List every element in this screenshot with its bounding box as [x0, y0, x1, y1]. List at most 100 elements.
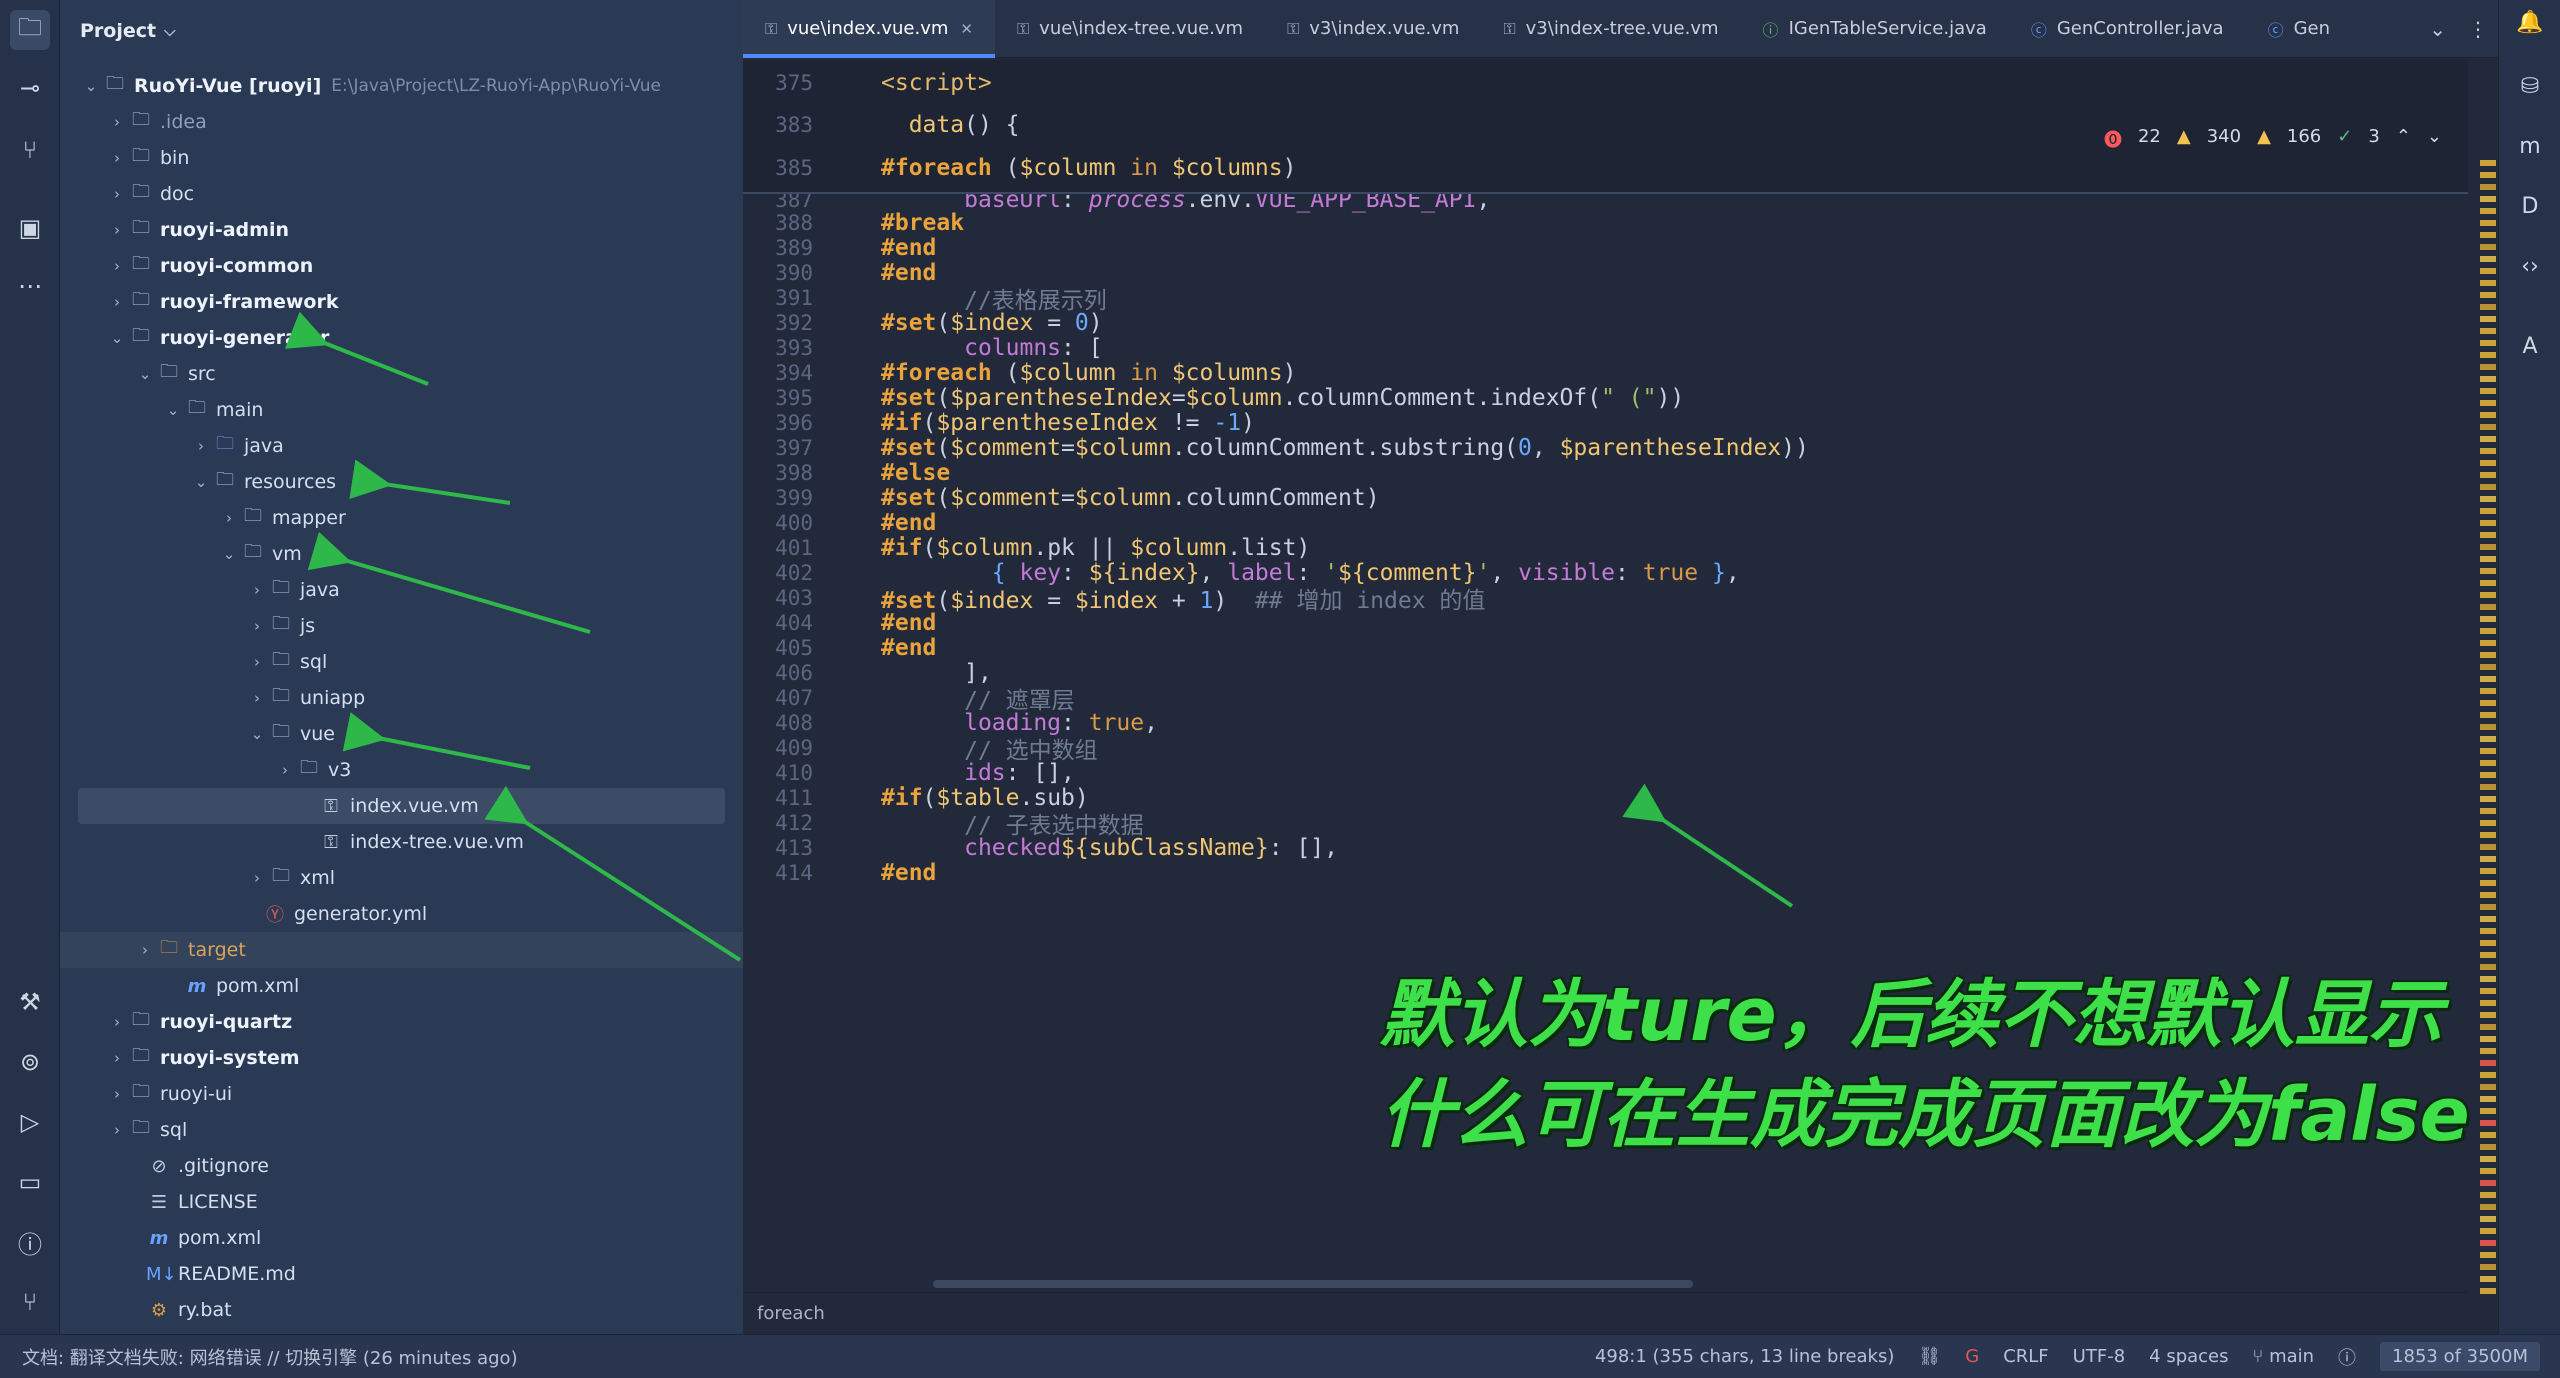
run-icon[interactable]: ▷ [10, 1102, 50, 1142]
indent-setting[interactable]: 4 spaces [2149, 1346, 2228, 1367]
error-stripe-mark[interactable] [2480, 1180, 2496, 1186]
chevron-down-icon[interactable]: ⌄ [162, 401, 184, 419]
tree-item-xml[interactable]: › 🗀 xml [60, 860, 743, 896]
tree-item-license[interactable]: ☰ LICENSE [60, 1184, 743, 1220]
error-stripe-mark[interactable] [2480, 1264, 2496, 1270]
chevron-down-icon[interactable]: ⌄ [246, 725, 268, 743]
build-icon[interactable]: ⚒ [10, 982, 50, 1022]
error-stripe-mark[interactable] [2480, 1192, 2496, 1198]
structure-icon[interactable]: ▣ [10, 208, 50, 248]
error-stripe-mark[interactable] [2480, 796, 2496, 802]
error-stripe-mark[interactable] [2480, 592, 2496, 598]
tree-item-java[interactable]: › 🗀 java [60, 428, 743, 464]
caret-position[interactable]: 498:1 (355 chars, 13 line breaks) [1595, 1346, 1894, 1367]
error-stripe-mark[interactable] [2480, 1276, 2496, 1282]
maven-icon[interactable]: m [2510, 126, 2550, 166]
tree-item-generator-yml[interactable]: Ⓨgenerator.yml [60, 896, 743, 932]
error-stripe-mark[interactable] [2480, 688, 2496, 694]
error-stripe-mark[interactable] [2480, 904, 2496, 910]
error-stripe-mark[interactable] [2480, 388, 2496, 394]
tree-item-src[interactable]: ⌄ 🗀 src [60, 356, 743, 392]
error-stripe-mark[interactable] [2480, 604, 2496, 610]
tree-item-root-sql[interactable]: › 🗀 sql [60, 1112, 743, 1148]
error-stripe-mark[interactable] [2480, 268, 2496, 274]
tree-item-gitignore[interactable]: ⊘ .gitignore [60, 1148, 743, 1184]
translate-icon[interactable]: A [2510, 326, 2550, 366]
tree-item-generator-pom[interactable]: m pom.xml [60, 968, 743, 1004]
tree-item-v3[interactable]: › 🗀 v3 [60, 752, 743, 788]
error-stripe-mark[interactable] [2480, 220, 2496, 226]
tree-item-target[interactable]: › 🗀 target [60, 932, 743, 968]
tree-item-ruoyi-common[interactable]: › 🗀 ruoyi-common [60, 248, 743, 284]
error-stripe-mark[interactable] [2480, 496, 2496, 502]
git-branch[interactable]: ⑂ main [2253, 1346, 2315, 1367]
breadcrumb-item[interactable]: foreach [757, 1303, 825, 1324]
database-icon[interactable]: ⛁ [2510, 66, 2550, 106]
chevron-down-icon[interactable]: ⌄ [134, 365, 156, 383]
error-stripe-mark[interactable] [2480, 580, 2496, 586]
error-stripe-mark[interactable] [2480, 844, 2496, 850]
tree-item-mapper[interactable]: › 🗀 mapper [60, 500, 743, 536]
error-stripe-mark[interactable] [2480, 412, 2496, 418]
error-stripe-mark[interactable] [2480, 820, 2496, 826]
tab-gencontroller[interactable]: ⓒ GenController.java [2009, 0, 2246, 58]
tab-gen[interactable]: ⓒ Gen [2246, 0, 2352, 58]
chevron-down-icon[interactable]: ⌄ [2429, 17, 2446, 41]
more-tools-icon[interactable]: ⋯ [10, 266, 50, 306]
chevron-right-icon[interactable]: › [246, 869, 268, 887]
chevron-right-icon[interactable]: › [246, 689, 268, 707]
error-stripe-mark[interactable] [2480, 316, 2496, 322]
chevron-right-icon[interactable]: › [106, 149, 128, 167]
error-stripe-mark[interactable] [2480, 256, 2496, 262]
error-stripe-mark[interactable] [2480, 784, 2496, 790]
google-icon[interactable]: G [1965, 1346, 1979, 1367]
endpoints-icon[interactable]: ‹› [2510, 246, 2550, 286]
error-stripe-mark[interactable] [2480, 484, 2496, 490]
chevron-right-icon[interactable]: › [190, 437, 212, 455]
breadcrumb[interactable]: foreach [743, 1292, 2468, 1334]
chevron-right-icon[interactable]: › [106, 1049, 128, 1067]
error-stripe-mark[interactable] [2480, 172, 2496, 178]
chevron-down-icon[interactable]: ⌵ [164, 22, 175, 40]
error-stripe-mark[interactable] [2480, 880, 2496, 886]
tab-v3-index-tree-vue-vm[interactable]: ⚿ v3\index-tree.vue.vm [1481, 0, 1740, 58]
chevron-right-icon[interactable]: › [218, 509, 240, 527]
error-stripe-mark[interactable] [2480, 208, 2496, 214]
status-message[interactable]: 文档: 翻译文档失败: 网络错误 // 切换引擎 (26 minutes ago… [0, 1344, 1595, 1370]
chevron-down-icon[interactable]: ⌄ [80, 77, 102, 95]
info-icon[interactable]: ⓘ [2338, 1344, 2356, 1370]
error-stripe-mark[interactable] [2480, 712, 2496, 718]
tree-root[interactable]: ⌄ 🗀 RuoYi-Vue [ruoyi] E:\Java\Project\LZ… [60, 68, 743, 104]
error-stripe-mark[interactable] [2480, 400, 2496, 406]
tab-vue-index-vue-vm[interactable]: ⚿ vue\index.vue.vm ✕ [743, 0, 995, 58]
error-stripe-mark[interactable] [2480, 232, 2496, 238]
tree-item-ruoyi-system[interactable]: › 🗀 ruoyi-system [60, 1040, 743, 1076]
project-folder-icon[interactable]: 🗀 [10, 10, 50, 50]
error-stripe-mark[interactable] [2480, 772, 2496, 778]
error-stripe-mark[interactable] [2480, 1216, 2496, 1222]
problems-icon[interactable]: ⓘ [10, 1222, 50, 1262]
tree-item-index-vue-vm[interactable]: ⚿ index.vue.vm [78, 788, 725, 824]
error-stripe-mark[interactable] [2480, 184, 2496, 190]
error-stripe-mark[interactable] [2480, 280, 2496, 286]
error-stripe-mark[interactable] [2480, 328, 2496, 334]
tab-v3-index-vue-vm[interactable]: ⚿ v3\index.vue.vm [1265, 0, 1481, 58]
tree-item-ruoyi-ui[interactable]: › 🗀 ruoyi-ui [60, 1076, 743, 1112]
error-stripe-mark[interactable] [2480, 160, 2496, 166]
commit-icon[interactable]: ⊸ [10, 68, 50, 108]
more-vertical-icon[interactable]: ⋮ [2468, 17, 2488, 41]
link-icon[interactable]: ⛓ [1918, 1346, 1941, 1367]
error-stripe-mark[interactable] [2480, 628, 2496, 634]
tree-item-vue[interactable]: ⌄ 🗀 vue [60, 716, 743, 752]
horizontal-scrollbar[interactable] [933, 1280, 1693, 1288]
error-stripe-mark[interactable] [2480, 340, 2496, 346]
tree-item-main[interactable]: ⌄ 🗀 main [60, 392, 743, 428]
chevron-down-icon[interactable]: ⌄ [2427, 126, 2442, 152]
close-icon[interactable]: ✕ [960, 20, 973, 38]
tree-item-resources[interactable]: ⌄ 🗀 resources [60, 464, 743, 500]
tree-item-ry-bat[interactable]: ⚙ ry.bat [60, 1292, 743, 1328]
tree-item-bin[interactable]: › 🗀 bin [60, 140, 743, 176]
error-stripe-mark[interactable] [2480, 244, 2496, 250]
error-stripe-mark[interactable] [2480, 832, 2496, 838]
error-stripe-mark[interactable] [2480, 376, 2496, 382]
